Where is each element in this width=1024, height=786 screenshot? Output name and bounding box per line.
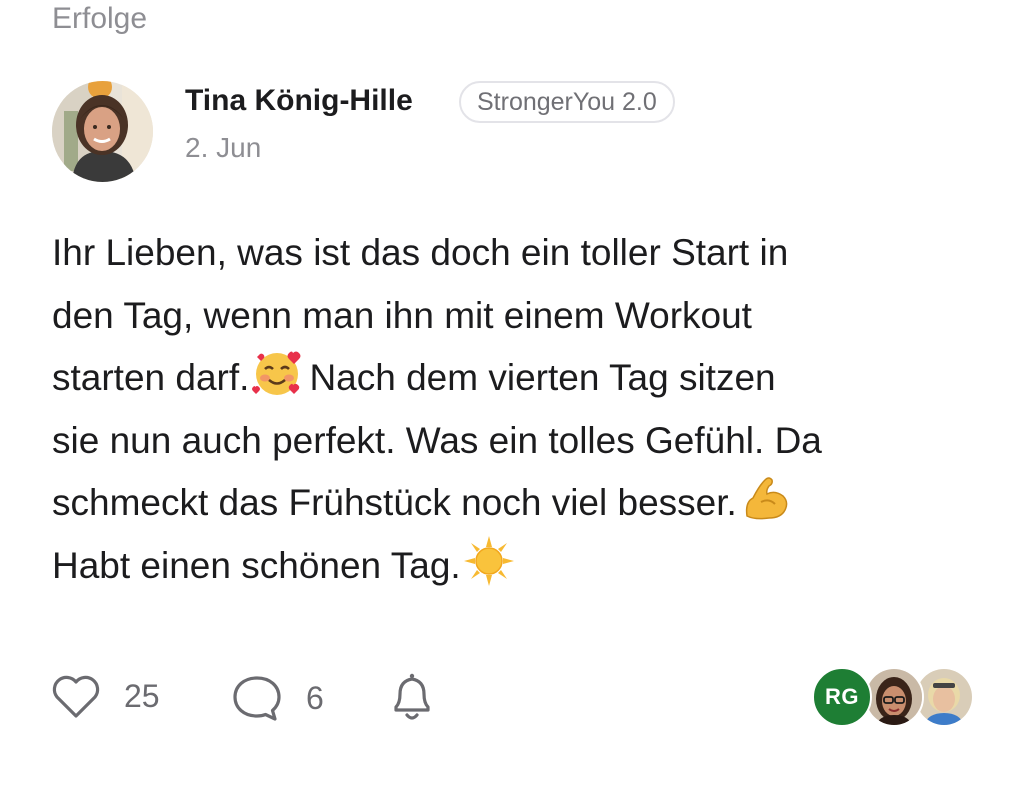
author-avatar[interactable]	[52, 81, 153, 182]
participant-avatar[interactable]	[864, 667, 924, 727]
body-text: Nach dem vierten Tag sitzen	[309, 357, 776, 398]
section-title: Erfolge	[52, 2, 148, 35]
body-text: Habt einen schönen Tag.	[52, 544, 461, 586]
post-page: Erfolge Tina König-Hille StrongerYou 2.0…	[0, 0, 1024, 786]
sun-icon	[463, 535, 515, 607]
post-body: Ihr Lieben, was ist das doch ein toller …	[52, 222, 992, 597]
comment-button[interactable]: 6	[230, 672, 324, 724]
body-line: starten darf. Nach dem vierten Tag sitze…	[52, 347, 992, 410]
flexed-biceps-icon	[739, 472, 791, 544]
body-text: schmeckt das Frühstück noch viel besser.	[52, 482, 737, 523]
author-name[interactable]: Tina König-Hille	[185, 84, 413, 118]
body-line: schmeckt das Frühstück noch viel besser.	[52, 472, 992, 535]
bell-icon	[388, 670, 436, 724]
body-line: den Tag, wenn man ihn mit einem Workout	[52, 294, 752, 336]
body-line: Habt einen schönen Tag.	[52, 535, 992, 598]
body-text: starten darf.	[52, 357, 250, 398]
body-line: Ihr Lieben, was ist das doch ein toller …	[52, 232, 789, 273]
notification-bell-button[interactable]	[388, 670, 436, 724]
heart-icon	[50, 672, 102, 720]
smiling-face-with-hearts-icon	[251, 347, 303, 419]
participant-avatar-initials[interactable]: RG	[812, 667, 872, 727]
comment-icon	[230, 672, 284, 724]
like-button[interactable]: 25	[50, 672, 160, 720]
comment-count: 6	[306, 679, 324, 716]
group-chip[interactable]: StrongerYou 2.0	[459, 81, 675, 123]
like-count: 25	[124, 677, 160, 714]
body-line: sie nun auch perfekt. Was ein tolles Gef…	[52, 419, 822, 461]
post-date: 2. Jun	[185, 132, 262, 163]
participant-avatars[interactable]: RG	[812, 667, 974, 727]
